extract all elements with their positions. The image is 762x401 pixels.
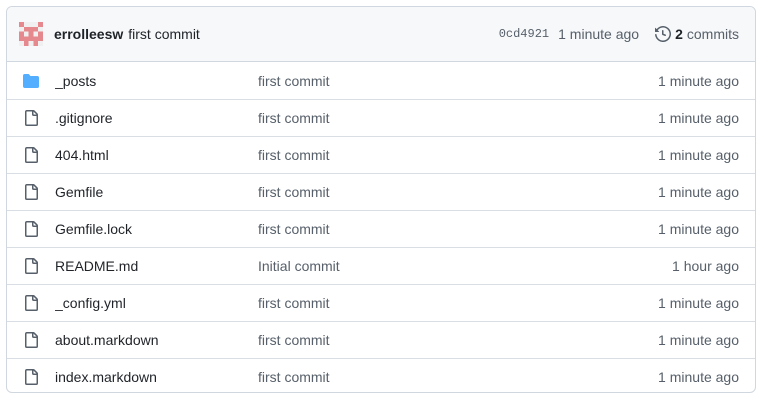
commits-history-link[interactable]: 2 commits	[655, 26, 739, 42]
file-row[interactable]: README.md Initial commit 1 hour ago	[7, 247, 755, 284]
file-row[interactable]: index.markdown first commit 1 minute ago	[7, 358, 755, 392]
file-commit-message-link[interactable]: first commit	[258, 73, 658, 89]
folder-icon	[23, 73, 39, 89]
file-icon	[23, 147, 39, 163]
identicon-avatar[interactable]	[19, 22, 43, 46]
file-name-link[interactable]: index.markdown	[55, 369, 258, 385]
history-icon	[655, 26, 672, 42]
file-commit-message-link[interactable]: first commit	[258, 369, 658, 385]
file-name-link[interactable]: 404.html	[55, 147, 258, 163]
file-name-link[interactable]: Gemfile.lock	[55, 221, 258, 237]
file-row[interactable]: Gemfile.lock first commit 1 minute ago	[7, 210, 755, 247]
file-commit-message-link[interactable]: Initial commit	[258, 258, 672, 274]
file-commit-message-link[interactable]: first commit	[258, 332, 658, 348]
file-name-link[interactable]: Gemfile	[55, 184, 258, 200]
file-commit-age: 1 hour ago	[672, 258, 739, 274]
commits-label: commits	[686, 26, 739, 42]
file-row[interactable]: 404.html first commit 1 minute ago	[7, 136, 755, 173]
file-commit-age: 1 minute ago	[658, 332, 739, 348]
latest-commit-time: 1 minute ago	[558, 26, 640, 42]
commits-count: 2	[675, 26, 683, 42]
file-icon	[23, 184, 39, 200]
file-list: _posts first commit 1 minute ago .gitignore…	[7, 62, 755, 392]
file-commit-age: 1 minute ago	[658, 295, 739, 311]
file-name-link[interactable]: README.md	[55, 258, 258, 274]
file-icon	[23, 258, 39, 274]
file-commit-age: 1 minute ago	[658, 184, 739, 200]
file-commit-age: 1 minute ago	[658, 110, 739, 126]
file-name-link[interactable]: _config.yml	[55, 295, 258, 311]
file-row[interactable]: Gemfile first commit 1 minute ago	[7, 173, 755, 210]
file-name-link[interactable]: .gitignore	[55, 110, 258, 126]
file-commit-message-link[interactable]: first commit	[258, 221, 658, 237]
commit-sha-link[interactable]: 0cd4921	[499, 27, 549, 41]
file-commit-age: 1 minute ago	[658, 221, 739, 237]
file-row[interactable]: _config.yml first commit 1 minute ago	[7, 284, 755, 321]
file-commit-age: 1 minute ago	[658, 147, 739, 163]
file-commit-message-link[interactable]: first commit	[258, 110, 658, 126]
file-icon	[23, 295, 39, 311]
commit-author-link[interactable]: errolleesw	[54, 26, 123, 42]
file-icon	[23, 369, 39, 385]
file-commit-message-link[interactable]: first commit	[258, 184, 658, 200]
file-row[interactable]: .gitignore first commit 1 minute ago	[7, 99, 755, 136]
file-row[interactable]: about.markdown first commit 1 minute ago	[7, 321, 755, 358]
file-commit-message-link[interactable]: first commit	[258, 295, 658, 311]
file-icon	[23, 110, 39, 126]
file-icon	[23, 332, 39, 348]
file-name-link[interactable]: about.markdown	[55, 332, 258, 348]
file-browser: errolleesw first commit 0cd4921 1 minute…	[6, 6, 756, 393]
file-icon	[23, 221, 39, 237]
latest-commit-message[interactable]: first commit	[128, 26, 200, 42]
file-commit-age: 1 minute ago	[658, 72, 739, 89]
latest-commit-bar: errolleesw first commit 0cd4921 1 minute…	[7, 7, 755, 62]
file-commit-message-link[interactable]: first commit	[258, 147, 658, 163]
folder-row[interactable]: _posts first commit 1 minute ago	[7, 62, 755, 99]
file-commit-age: 1 minute ago	[658, 369, 739, 385]
file-name-link[interactable]: _posts	[55, 73, 258, 89]
